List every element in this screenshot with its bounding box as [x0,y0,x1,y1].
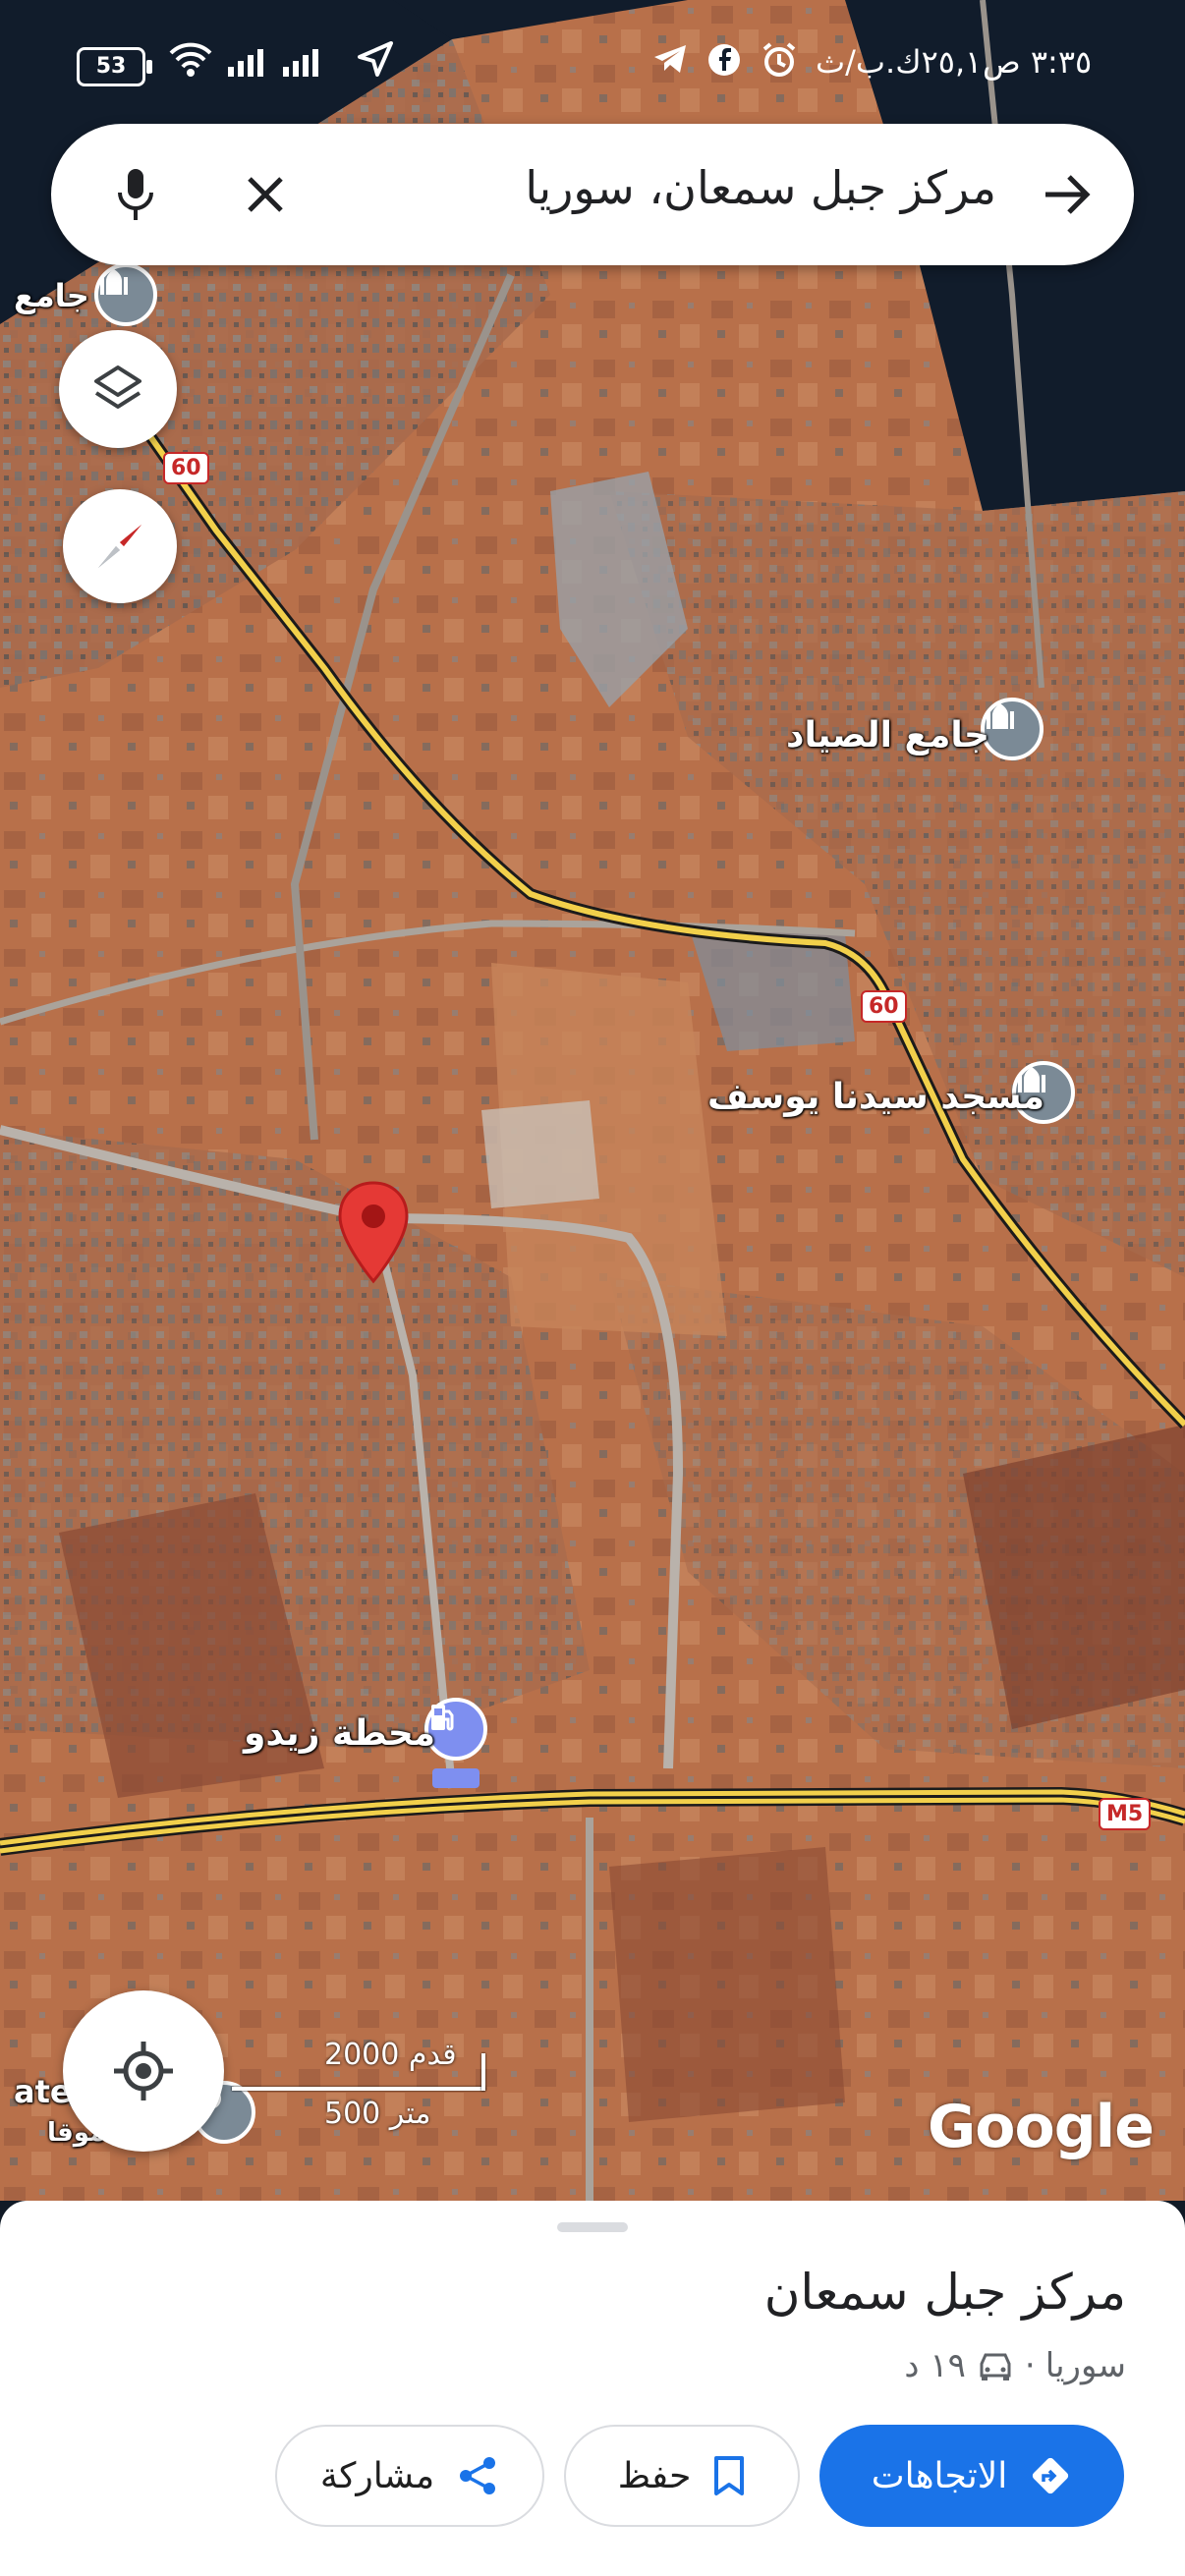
car-icon [976,2350,1015,2381]
scale-feet: 2000 قدم [324,2038,457,2072]
map-label-mosque[interactable]: مسجد سيدنا يوسف [707,1077,1044,1117]
status-bar: 53 ٢٥,١ك.ب/ث ٣:٣٥ ص [0,0,1185,118]
save-button[interactable]: حفظ [564,2425,800,2527]
share-button[interactable]: مشاركة [275,2425,544,2527]
search-input[interactable]: مركز جبل سمعان، سوريا [525,161,996,214]
share-label: مشاركة [319,2455,435,2496]
scale-tick [481,2053,485,2091]
network-speed: ٢٥,١ك.ب/ث [816,43,983,81]
directions-icon [1033,2457,1069,2494]
mosque-icon[interactable] [981,698,1044,760]
road-shield: M5 [1099,1798,1152,1830]
place-subtitle: سوريا · ١٩ د [904,2346,1126,2385]
place-sheet[interactable]: مركز جبل سمعان سوريا · ١٩ د الاتجاهات حف… [0,2201,1185,2576]
scale-meters: 500 متر [324,2097,431,2131]
scale-bar [232,2087,485,2091]
my-location-button[interactable] [63,1990,224,2152]
facebook-icon [707,43,741,85]
status-time: ٣:٣٥ ص [983,43,1093,81]
road-shield: 60 [861,990,907,1023]
alarm-icon [761,41,798,87]
separator: · [1024,2346,1036,2385]
map-label-mosque[interactable]: جامع الصياد [786,715,989,756]
road-shield: 60 [163,452,209,484]
google-attribution: Google [928,2093,1155,2161]
map-view[interactable]: 60 60 M5 جامع الصياد مسجد سيدنا يوسف جام… [0,0,1185,2201]
close-icon[interactable] [230,159,301,230]
crosshair-icon [114,2042,173,2100]
wifi-icon [167,39,214,87]
layers-icon [94,365,141,409]
drag-handle[interactable] [557,2222,628,2232]
layers-button[interactable] [59,330,177,448]
drive-time: ١٩ د [904,2346,966,2385]
directions-button[interactable]: الاتجاهات [819,2425,1124,2527]
compass-icon [98,525,141,568]
map-label-edge: جامع [14,277,89,314]
station-marker [432,1768,480,1788]
search-bar[interactable]: مركز جبل سمعان، سوريا [51,124,1134,265]
share-icon [460,2457,496,2494]
mosque-icon[interactable] [94,263,157,326]
bookmark-icon [714,2456,745,2495]
directions-label: الاتجاهات [871,2455,1008,2496]
place-title: مركز جبل سمعان [763,2264,1126,2321]
compass-button[interactable] [63,489,177,603]
save-label: حفظ [617,2455,692,2496]
battery-icon: 53 [77,47,152,86]
telegram-icon [652,43,688,84]
signal-icon [228,41,346,85]
mic-icon[interactable] [100,159,171,230]
arrow-right-icon[interactable] [1032,159,1102,230]
place-country: سوريا [1044,2346,1126,2385]
location-arrow-icon [356,39,395,87]
map-label-station[interactable]: محطة زيدو [244,1713,435,1754]
